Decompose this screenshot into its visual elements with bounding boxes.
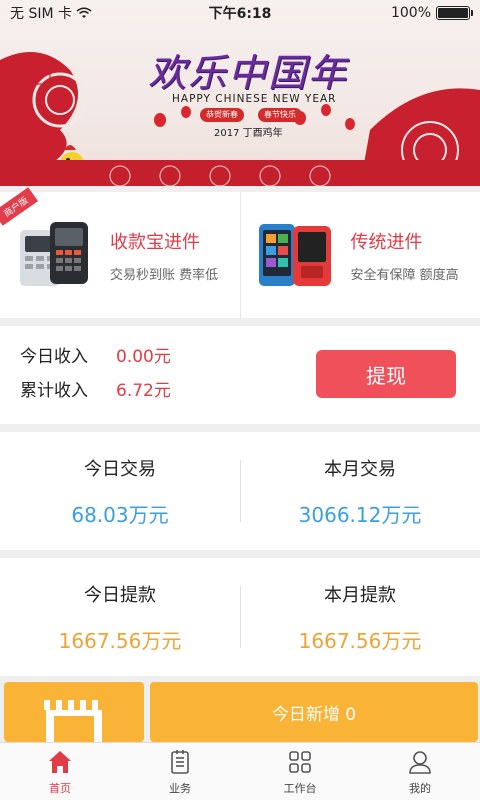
total-income-label: 累计收入 [20,381,88,401]
tab-home[interactable]: 首页 [0,743,120,800]
month-transactions-label: 本月交易 [324,458,396,480]
status-bar: 无 SIM 卡 下午6:18 100% [0,0,480,26]
home-icon [49,750,71,773]
banner-year: 2017 丁酉鸡年 [214,128,283,139]
onboarding-cards: 商户版 收款宝进件 交易秒到账 费率低 传统进件 安全有保障 额度高 [0,187,480,318]
shop-banner[interactable] [4,682,144,742]
storefront-icon [44,700,104,742]
pos-terminal-icon [20,222,88,286]
document-icon [171,749,189,774]
today-income-value: 0.00元 [116,347,171,367]
tab-workbench[interactable]: 工作台 [240,743,360,800]
battery-percent: 100% [390,5,431,21]
grid-icon [289,750,311,773]
today-withdrawals-label: 今日提款 [84,584,156,606]
card-traditional[interactable]: 传统进件 安全有保障 额度高 [239,192,480,318]
banner-tag-right: 春节快乐 [258,108,302,122]
today-income-label: 今日收入 [20,347,88,367]
card-traditional-title: 传统进件 [350,231,423,253]
today-transactions-label: 今日交易 [84,458,156,480]
smart-pos-icon [258,224,331,286]
tab-bar: 首页 业务 工作台 我的 [0,742,480,800]
card-quick-pay[interactable]: 商户版 收款宝进件 交易秒到账 费率低 [0,187,240,318]
today-transactions-value: 68.03万元 [71,502,169,527]
today-withdrawals-value: 1667.56万元 [58,628,182,653]
bottom-banners: 今日新增 0 [0,682,480,742]
banner-subtitle: HAPPY CHINESE NEW YEAR [172,93,337,105]
withdraw-button[interactable]: 提现 [316,350,456,398]
carrier-label: 无 SIM 卡 [10,6,72,22]
today-transactions[interactable]: 今日交易 68.03万元 [0,432,240,550]
tab-business[interactable]: 业务 [120,743,240,800]
tab-workbench-label: 工作台 [283,781,317,795]
card-quick-pay-title: 收款宝进件 [110,231,200,253]
tab-home-label: 首页 [49,781,71,795]
transaction-stats: 今日交易 68.03万元 本月交易 3066.12万元 [0,432,480,550]
new-today-banner[interactable]: 今日新增 0 [150,682,478,742]
wifi-icon [76,7,92,18]
month-transactions-value: 3066.12万元 [298,502,422,527]
tab-business-label: 业务 [169,781,191,795]
today-withdrawals[interactable]: 今日提款 1667.56万元 [0,558,240,676]
tab-mine-label: 我的 [409,781,431,795]
month-withdrawals[interactable]: 本月提款 1667.56万元 [240,558,480,676]
total-income-value: 6.72元 [116,381,171,401]
month-transactions[interactable]: 本月交易 3066.12万元 [240,432,480,550]
month-withdrawals-value: 1667.56万元 [298,628,422,653]
tab-mine[interactable]: 我的 [360,743,480,800]
card-quick-pay-subtitle: 交易秒到账 费率低 [110,267,219,283]
user-icon [409,750,431,774]
banner-title: 欢乐中国年 [148,51,349,95]
battery-icon [436,6,473,20]
card-traditional-subtitle: 安全有保障 额度高 [350,267,459,283]
banner-tag-left: 恭贺新春 [200,108,244,122]
month-withdrawals-label: 本月提款 [324,584,396,606]
promo-banner[interactable]: 欢乐中国年 HAPPY CHINESE NEW YEAR 恭贺新春 春节快乐 2… [0,0,480,186]
withdrawal-stats: 今日提款 1667.56万元 本月提款 1667.56万元 [0,558,480,676]
income-panel: 今日收入 0.00元 累计收入 6.72元 提现 [0,326,480,424]
